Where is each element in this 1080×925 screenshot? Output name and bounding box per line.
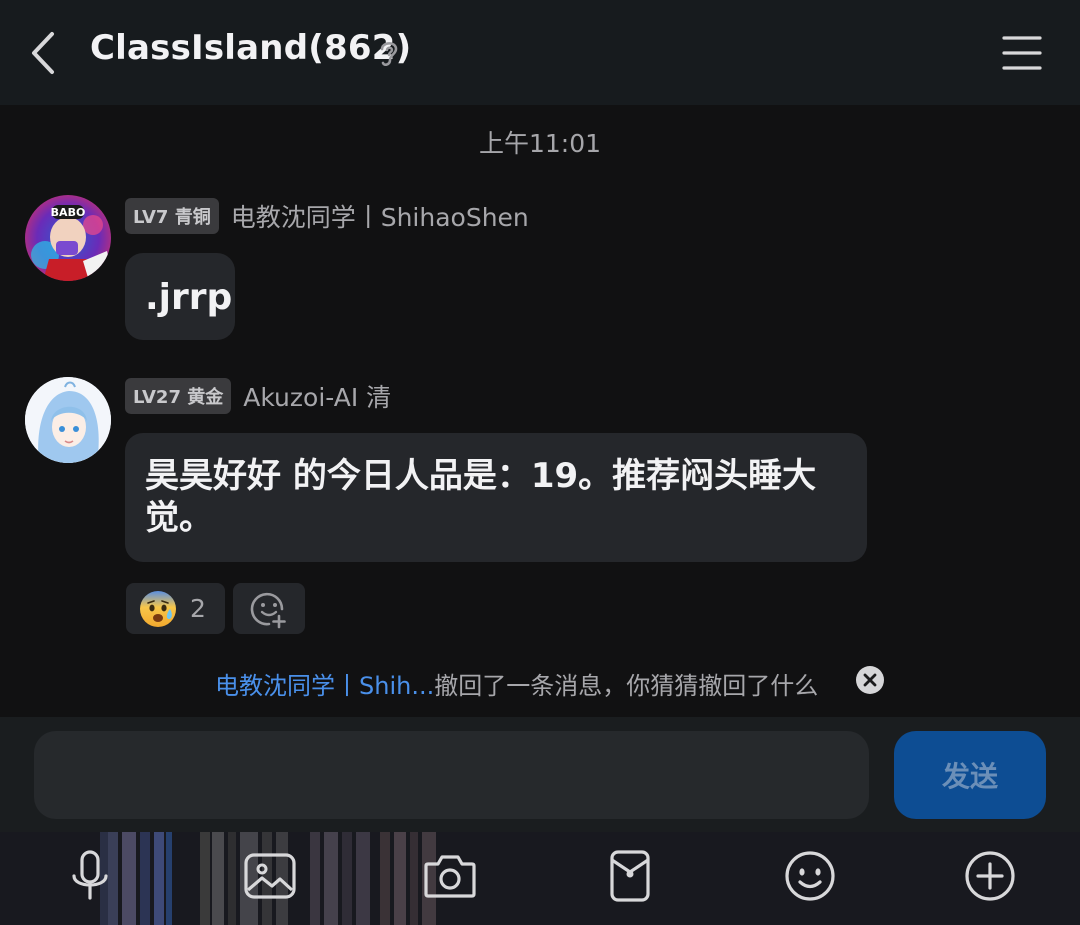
chat-title: ClassIsland(862) bbox=[90, 28, 412, 68]
emoji-button[interactable] bbox=[780, 846, 840, 906]
add-reaction-button[interactable] bbox=[233, 583, 305, 634]
reaction-count: 2 bbox=[190, 594, 206, 623]
send-button[interactable]: 发送 bbox=[894, 731, 1046, 819]
close-recall-notice-button[interactable] bbox=[856, 666, 884, 694]
message-bubble[interactable]: .jrrp bbox=[125, 253, 235, 340]
chat-screen: ClassIsland(862) 上午11:01 BABO LV7 青铜 电教沈… bbox=[0, 0, 1080, 925]
more-button[interactable] bbox=[960, 846, 1020, 906]
level-badge: LV7 青铜 bbox=[125, 198, 219, 234]
chevron-left-icon bbox=[32, 32, 54, 74]
image-icon bbox=[244, 853, 296, 899]
hamburger-menu-icon bbox=[1002, 36, 1042, 70]
anxious-face-emoji-icon bbox=[140, 590, 176, 627]
reaction-anxious-face[interactable]: 2 bbox=[126, 583, 225, 634]
sender-name[interactable]: 电教沈同学丨ShihaoShen bbox=[231, 198, 529, 234]
image-button[interactable] bbox=[240, 846, 300, 906]
recall-text: 撤回了一条消息，你猜猜撤回了什么 bbox=[434, 672, 819, 700]
recall-notice: 电教沈同学丨Shih...撤回了一条消息，你猜猜撤回了什么 bbox=[215, 666, 818, 701]
close-icon bbox=[856, 666, 884, 694]
red-packet-icon bbox=[610, 850, 650, 902]
message-timestamp: 上午11:01 bbox=[478, 129, 602, 158]
plus-icon bbox=[965, 851, 1015, 901]
avatar-shihaoshen[interactable]: BABO bbox=[25, 195, 111, 281]
message-meta: LV7 青铜 电教沈同学丨ShihaoShen bbox=[125, 198, 529, 234]
recall-user-link[interactable]: 电教沈同学丨Shih... bbox=[215, 672, 434, 700]
ear-icon[interactable] bbox=[374, 36, 404, 70]
menu-button[interactable] bbox=[998, 32, 1046, 74]
back-button[interactable] bbox=[22, 26, 66, 80]
message-input[interactable] bbox=[34, 731, 869, 819]
red-packet-button[interactable] bbox=[600, 846, 660, 906]
avatar-cap-text: BABO bbox=[51, 206, 86, 219]
bottom-toolbar bbox=[0, 832, 1080, 925]
camera-icon bbox=[424, 855, 476, 898]
avatar-akuzoi-ai[interactable] bbox=[25, 377, 111, 463]
emoji-icon bbox=[785, 851, 835, 901]
sender-name[interactable]: Akuzoi-AI 清 bbox=[243, 378, 391, 414]
level-badge: LV27 黄金 bbox=[125, 378, 232, 414]
message-meta: LV27 黄金 Akuzoi-AI 清 bbox=[125, 378, 391, 414]
input-bar: 发送 bbox=[0, 717, 1080, 832]
mic-icon bbox=[72, 850, 108, 900]
add-reaction-icon bbox=[250, 592, 286, 628]
camera-button[interactable] bbox=[420, 846, 480, 906]
chat-header: ClassIsland(862) bbox=[0, 0, 1080, 105]
voice-button[interactable] bbox=[60, 846, 120, 906]
message-bubble[interactable]: 昊昊好好 的今日人品是：19。推荐闷头睡大觉。 bbox=[125, 433, 867, 562]
